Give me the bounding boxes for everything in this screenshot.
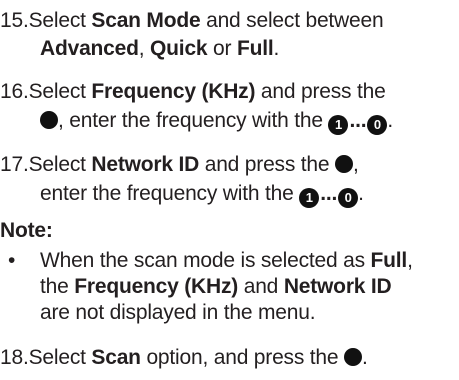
note-heading: Note: bbox=[0, 219, 53, 242]
text: , bbox=[353, 153, 359, 176]
step-17-line-1: 17.Select Network ID and press the , bbox=[0, 152, 359, 177]
menu-item-scan-mode: Scan Mode bbox=[91, 9, 201, 32]
text: Select bbox=[28, 346, 92, 369]
manual-page: 15.Select Scan Mode and select between A… bbox=[0, 0, 459, 380]
text: When the scan mode is selected as bbox=[40, 249, 371, 272]
text: , enter the frequency with the bbox=[58, 109, 329, 132]
text: Select bbox=[28, 80, 92, 103]
note-line-1: • bbox=[8, 248, 15, 273]
step-18-line-1: 18.Select Scan option, and press the . bbox=[0, 345, 368, 370]
menu-item-frequency: Frequency (KHz) bbox=[91, 80, 256, 103]
step-number: 17. bbox=[0, 153, 29, 176]
text: , bbox=[138, 37, 151, 60]
text: . bbox=[273, 37, 280, 60]
menu-item-network-id: Network ID bbox=[91, 153, 200, 176]
menu-item-network-id: Network ID bbox=[283, 275, 392, 298]
step-number: 15. bbox=[0, 9, 29, 32]
option-advanced: Advanced bbox=[40, 37, 139, 60]
step-15-line-1: 15.Select Scan Mode and select between bbox=[0, 8, 384, 33]
text: and press the bbox=[199, 153, 336, 176]
note-line-2: the Frequency (KHz) and Network ID bbox=[40, 274, 392, 299]
text: . bbox=[387, 109, 394, 132]
step-17-line-2: enter the frequency with the 1... 0. bbox=[40, 181, 364, 208]
circled-number-icon: 1 bbox=[328, 115, 349, 135]
step-number: 16. bbox=[0, 80, 29, 103]
ellipsis: ... bbox=[349, 109, 367, 132]
filled-circle-icon bbox=[40, 111, 58, 129]
text: or bbox=[207, 37, 237, 60]
note-line-1-text: When the scan mode is selected as Full, bbox=[40, 248, 413, 273]
ellipsis: ... bbox=[320, 182, 338, 205]
filled-circle-icon bbox=[335, 155, 354, 173]
text: . bbox=[358, 182, 364, 205]
circled-number-icon: 1 bbox=[299, 188, 320, 208]
bullet: • bbox=[8, 249, 16, 272]
filled-circle-icon bbox=[344, 348, 363, 366]
note-line-3: are not displayed in the menu. bbox=[40, 301, 316, 324]
text: Select bbox=[28, 153, 92, 176]
text: enter the frequency with the bbox=[40, 182, 300, 205]
step-15-line-2: Advanced, Quick or Full. bbox=[40, 36, 279, 61]
menu-item-scan: Scan bbox=[91, 346, 141, 369]
option-full: Full bbox=[236, 37, 274, 60]
option-quick: Quick bbox=[150, 37, 208, 60]
step-number: 18. bbox=[0, 346, 29, 369]
circled-number-icon: 0 bbox=[367, 115, 388, 135]
text: and select between bbox=[200, 9, 384, 32]
text: and bbox=[238, 275, 284, 298]
text: . bbox=[362, 346, 368, 369]
step-16-line-2: , enter the frequency with the 1... 0. bbox=[40, 108, 393, 135]
menu-item-frequency: Frequency (KHz) bbox=[74, 275, 239, 298]
text: Select bbox=[28, 9, 92, 32]
text: and press the bbox=[255, 80, 386, 103]
step-16-line-1: 16.Select Frequency (KHz) and press the bbox=[0, 79, 386, 104]
text: , bbox=[407, 249, 413, 272]
mode-full: Full bbox=[370, 249, 408, 272]
text: the bbox=[40, 275, 75, 298]
circled-number-icon: 0 bbox=[338, 188, 359, 208]
text: option, and press the bbox=[140, 346, 345, 369]
